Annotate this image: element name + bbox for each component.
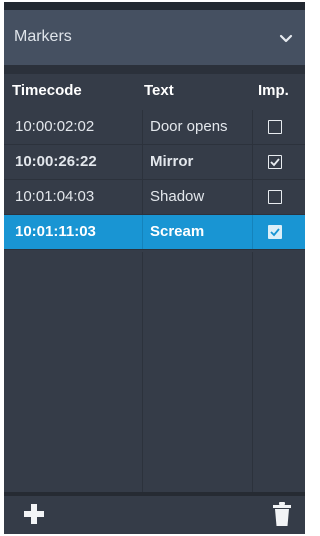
column-header-imp[interactable]: Imp.	[258, 78, 289, 104]
panel-top-strip	[4, 2, 305, 10]
markers-panel: Markers Timecode Text Imp. 10:00:02:02 D…	[4, 2, 305, 534]
markers-table: 10:00:02:02 Door opens 10:00:26:22 Mirro…	[4, 110, 305, 250]
row-text: Shadow	[150, 188, 205, 205]
row-timecode: 10:00:02:02	[15, 118, 95, 135]
table-row-selected[interactable]: 10:01:11:03 Scream	[4, 215, 305, 250]
column-header-timecode[interactable]: Timecode	[12, 78, 82, 104]
row-text: Scream	[150, 223, 205, 240]
row-text: Door opens	[150, 118, 228, 135]
imp-checkbox[interactable]	[268, 190, 282, 204]
imp-checkbox[interactable]	[268, 120, 282, 134]
chevron-down-icon[interactable]	[279, 34, 293, 44]
column-header-text[interactable]: Text	[144, 78, 174, 104]
table-empty-area	[4, 252, 305, 492]
panel-footer	[4, 496, 305, 534]
header-separator	[4, 65, 305, 74]
row-text: Mirror	[150, 153, 194, 170]
plus-icon[interactable]	[22, 502, 46, 526]
row-timecode: 10:01:04:03	[15, 188, 95, 205]
table-row[interactable]: 10:01:04:03 Shadow	[4, 180, 305, 215]
row-timecode: 10:01:11:03	[15, 223, 96, 240]
trash-icon[interactable]	[272, 501, 292, 527]
row-timecode: 10:00:26:22	[15, 153, 97, 170]
checkmark-icon	[270, 228, 280, 237]
table-row[interactable]: 10:00:02:02 Door opens	[4, 110, 305, 145]
table-row[interactable]: 10:00:26:22 Mirror	[4, 145, 305, 180]
imp-checkbox[interactable]	[268, 155, 282, 169]
imp-checkbox[interactable]	[268, 225, 282, 239]
panel-title: Markers	[14, 28, 72, 45]
markers-dropdown-header[interactable]: Markers	[4, 10, 305, 65]
checkmark-icon	[270, 158, 280, 167]
